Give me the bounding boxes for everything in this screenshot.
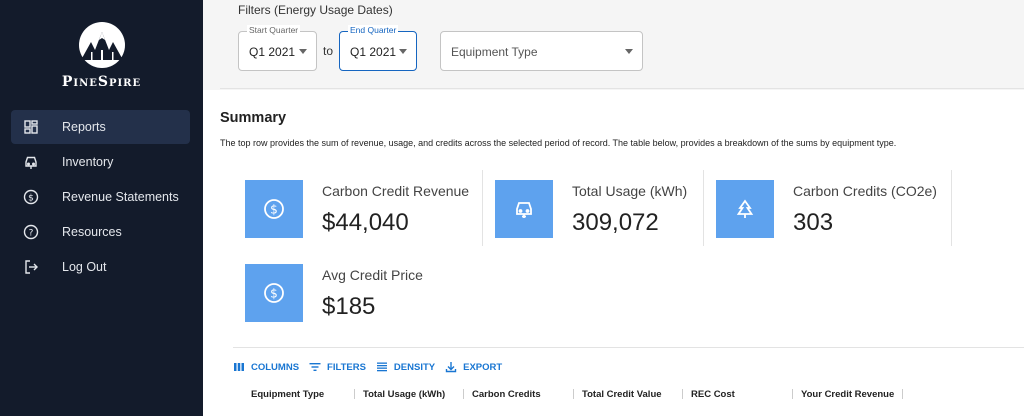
export-label: EXPORT bbox=[463, 361, 503, 373]
sidebar-item-label: Log Out bbox=[62, 260, 107, 274]
grid-border bbox=[233, 347, 1024, 348]
start-quarter-label: Start Quarter bbox=[247, 25, 301, 35]
sidebar-item-resources[interactable]: ? Resources bbox=[11, 215, 190, 249]
column-header-label: Total Credit Value bbox=[582, 388, 662, 400]
sidebar-item-log-out[interactable]: Log Out bbox=[11, 250, 190, 284]
chevron-down-icon bbox=[399, 49, 407, 54]
filters-label: FILTERS bbox=[327, 361, 366, 373]
export-button[interactable]: EXPORT bbox=[445, 361, 502, 373]
grid-toolbar: COLUMNS FILTERS DENSITY EXPORT bbox=[233, 358, 512, 376]
svg-text:?: ? bbox=[29, 229, 34, 239]
stat-value: $185 bbox=[322, 293, 376, 320]
column-header-label: Your Credit Revenue bbox=[801, 388, 895, 400]
end-quarter-label: End Quarter bbox=[348, 25, 399, 35]
start-quarter-select[interactable]: Start Quarter Q1 2021 bbox=[238, 25, 317, 71]
filters-title: Filters (Energy Usage Dates) bbox=[238, 3, 393, 17]
column-header-your-credit-revenue[interactable]: Your Credit Revenue bbox=[793, 384, 903, 404]
sidebar-item-label: Inventory bbox=[62, 155, 114, 169]
stat-total-usage: Total Usage (kWh) 309,072 bbox=[495, 180, 705, 244]
stat-value: 309,072 bbox=[572, 209, 659, 236]
car-icon bbox=[495, 180, 553, 238]
chevron-down-icon bbox=[625, 49, 633, 54]
dollar-icon: $ bbox=[245, 180, 303, 238]
summary-title: Summary bbox=[220, 110, 287, 126]
dashboard-icon bbox=[23, 119, 39, 135]
stat-value: $44,040 bbox=[322, 209, 409, 236]
column-header-equipment-type[interactable]: Equipment Type bbox=[233, 384, 355, 404]
divider bbox=[951, 170, 952, 246]
column-header-label: Equipment Type bbox=[251, 388, 325, 400]
divider bbox=[703, 170, 704, 246]
stat-label: Total Usage (kWh) bbox=[572, 183, 688, 199]
end-quarter-value: Q1 2021 bbox=[350, 45, 397, 59]
stat-carbon-credit-revenue: $ Carbon Credit Revenue $44,040 bbox=[245, 180, 485, 244]
stat-label: Avg Credit Price bbox=[322, 267, 423, 283]
sidebar-item-label: Revenue Statements bbox=[62, 190, 179, 204]
equipment-type-placeholder: Equipment Type bbox=[451, 45, 538, 59]
sidebar-item-label: Reports bbox=[62, 120, 106, 134]
stat-label: Carbon Credit Revenue bbox=[322, 183, 470, 199]
logout-icon bbox=[23, 259, 39, 275]
dollar-icon: $ bbox=[23, 189, 39, 205]
column-header-rec-cost[interactable]: REC Cost bbox=[683, 384, 793, 404]
download-icon bbox=[445, 362, 457, 373]
column-header-label: REC Cost bbox=[691, 388, 735, 400]
columns-label: COLUMNS bbox=[251, 361, 300, 373]
grid-header-row: Equipment Type Total Usage (kWh) Carbon … bbox=[233, 384, 903, 404]
stat-label: Carbon Credits (CO2e) bbox=[793, 183, 937, 199]
start-quarter-value: Q1 2021 bbox=[249, 45, 296, 59]
column-header-label: Carbon Credits bbox=[472, 388, 541, 400]
sidebar-item-inventory[interactable]: Inventory bbox=[11, 145, 190, 179]
filter-icon bbox=[309, 363, 321, 371]
equipment-type-select[interactable]: Equipment Type bbox=[440, 31, 643, 71]
summary-section: Summary The top row provides the sum of … bbox=[203, 90, 1024, 416]
density-label: DENSITY bbox=[393, 361, 436, 373]
column-header-total-credit-value[interactable]: Total Credit Value bbox=[574, 384, 683, 404]
stat-value: 303 bbox=[793, 209, 834, 236]
columns-button[interactable]: COLUMNS bbox=[233, 361, 299, 373]
pinespire-logo-icon bbox=[79, 22, 125, 68]
brand-name: PineSpire bbox=[61, 74, 142, 90]
filters-button[interactable]: FILTERS bbox=[309, 361, 366, 373]
svg-text:$: $ bbox=[270, 203, 278, 217]
summary-description: The top row provides the sum of revenue,… bbox=[220, 138, 897, 148]
columns-icon bbox=[234, 363, 244, 371]
dollar-icon: $ bbox=[245, 264, 303, 322]
tree-icon bbox=[716, 180, 774, 238]
divider bbox=[482, 170, 483, 246]
column-header-total-usage[interactable]: Total Usage (kWh) bbox=[355, 384, 464, 404]
stat-avg-credit-price: $ Avg Credit Price $185 bbox=[245, 264, 485, 328]
sidebar: PineSpire Reports Inventory $ Revenue St… bbox=[0, 0, 203, 416]
car-icon bbox=[23, 154, 39, 170]
svg-text:$: $ bbox=[28, 194, 34, 204]
column-header-carbon-credits[interactable]: Carbon Credits bbox=[464, 384, 574, 404]
filters-panel: Filters (Energy Usage Dates) Start Quart… bbox=[220, 0, 1024, 89]
main-content: Filters (Energy Usage Dates) Start Quart… bbox=[203, 0, 1024, 416]
sidebar-item-revenue-statements[interactable]: $ Revenue Statements bbox=[11, 180, 190, 214]
column-header-label: Total Usage (kWh) bbox=[363, 388, 446, 400]
sidebar-item-label: Resources bbox=[62, 225, 122, 239]
end-quarter-select[interactable]: End Quarter Q1 2021 bbox=[339, 25, 417, 71]
svg-text:$: $ bbox=[270, 287, 278, 301]
help-icon: ? bbox=[23, 224, 39, 240]
stat-carbon-credits: Carbon Credits (CO2e) 303 bbox=[716, 180, 956, 244]
density-button[interactable]: DENSITY bbox=[376, 361, 435, 373]
chevron-down-icon bbox=[299, 49, 307, 54]
sidebar-item-reports[interactable]: Reports bbox=[11, 110, 190, 144]
to-label: to bbox=[323, 44, 334, 58]
density-icon bbox=[376, 362, 387, 372]
